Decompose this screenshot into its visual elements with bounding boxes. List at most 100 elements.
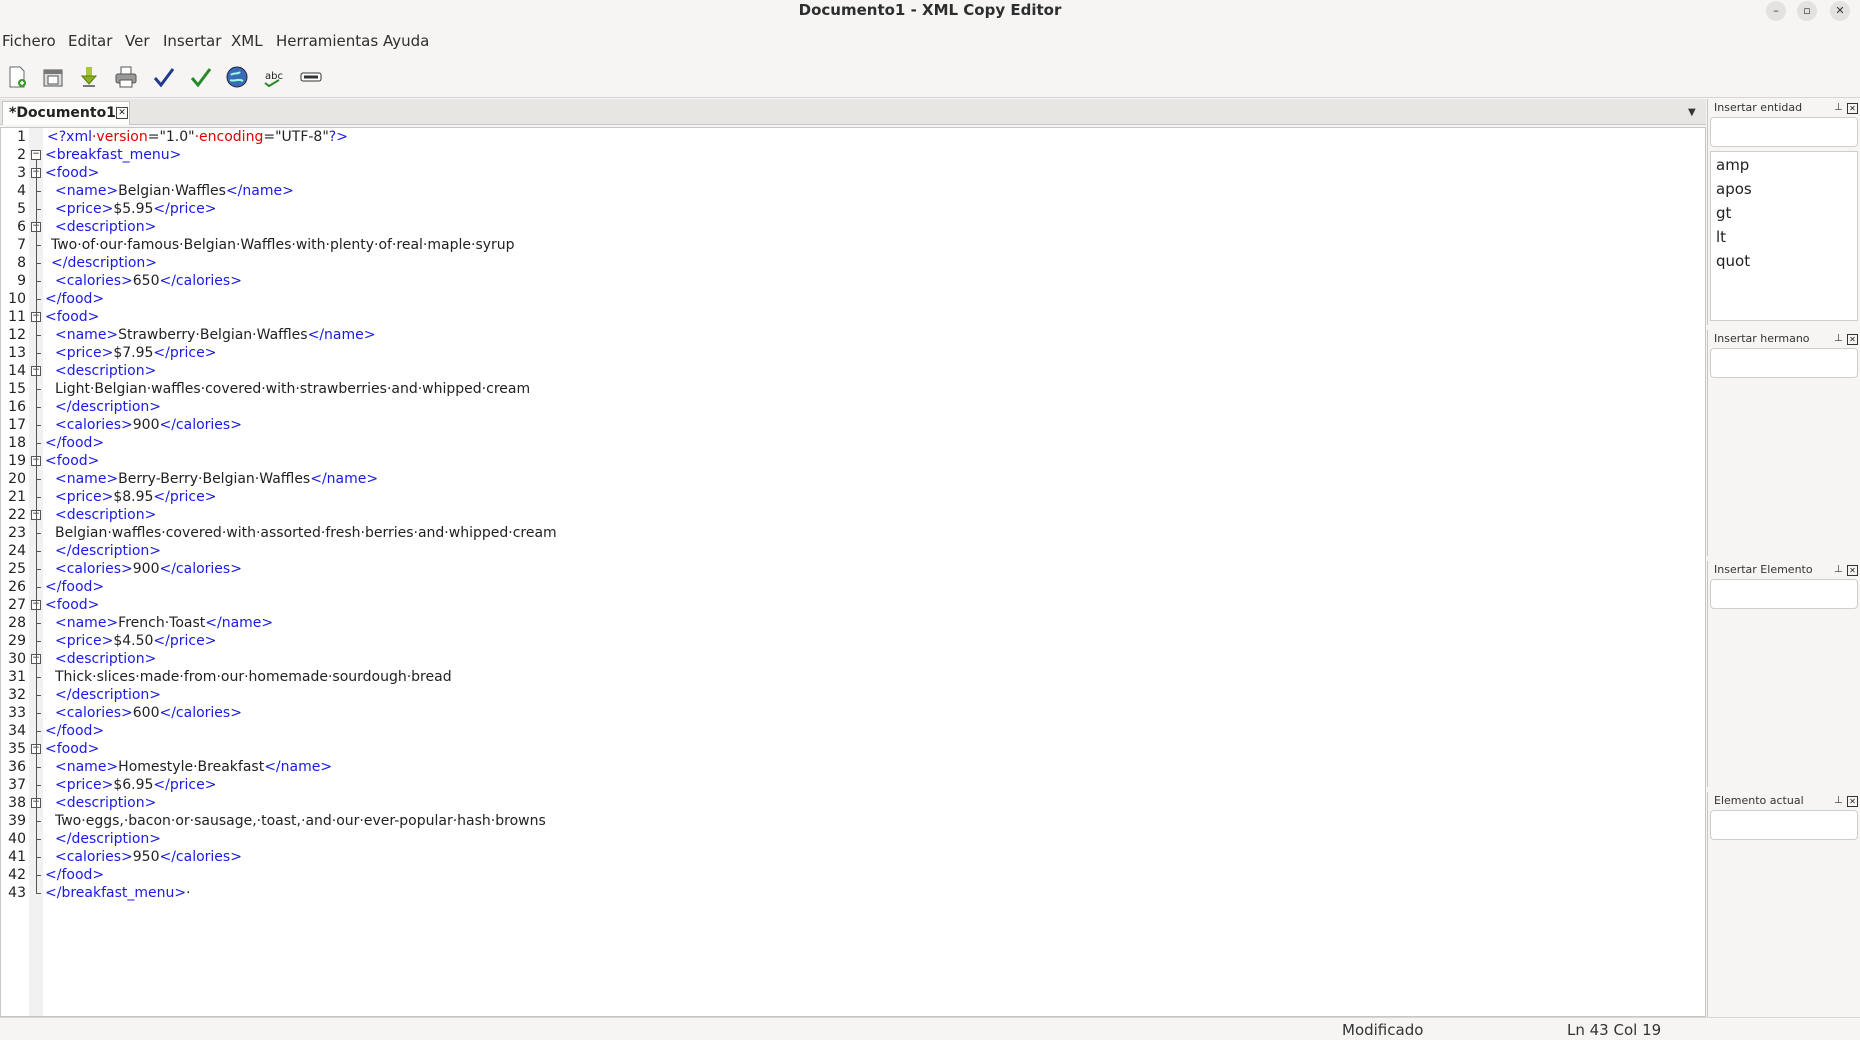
menu-fichero[interactable]: Fichero [2,32,56,50]
code-line[interactable]: </food> [45,722,104,740]
code-line[interactable]: </food> [45,578,104,596]
current-element-field[interactable] [1710,810,1858,840]
pin-icon[interactable]: ⊥ [1834,795,1843,806]
code-line[interactable]: </breakfast_menu>· [45,884,191,902]
code-line[interactable]: <description> [55,794,156,812]
code-line[interactable]: <name>Belgian·Waffles</name> [55,182,294,200]
code-line[interactable]: <name>Berry-Berry·Belgian·Waffles</name> [55,470,378,488]
pane-close-icon[interactable]: ✕ [1847,103,1858,114]
code-line[interactable]: <price>$7.95</price> [55,344,216,362]
list-item[interactable]: apos [1716,180,1752,198]
code-line[interactable]: Thick·slices·made·from·our·homemade·sour… [55,668,452,686]
code-line[interactable]: <food> [45,452,99,470]
code-line[interactable]: <food> [45,740,99,758]
pin-icon[interactable]: ⊥ [1834,564,1843,575]
code-line[interactable]: <description> [55,362,156,380]
minimize-button[interactable]: – [1766,1,1786,21]
code-line[interactable]: <name>Homestyle·Breakfast</name> [55,758,332,776]
line-number: 31 [8,669,26,685]
sibling-filter-input[interactable] [1710,348,1858,378]
code-line[interactable]: </description> [55,398,161,416]
fold-toggle-icon[interactable]: − [31,150,41,160]
tab-documento1[interactable]: *Documento1 ✕ [2,101,130,125]
code-line[interactable]: Light·Belgian·waffles·covered·with·straw… [55,380,530,398]
code-line[interactable]: <description> [55,218,156,236]
menu-editar[interactable]: Editar [68,32,112,50]
code-line[interactable]: <calories>900</calories> [55,416,242,434]
hide-tags-icon[interactable] [296,62,326,92]
code-line[interactable]: <price>$5.95</price> [55,200,216,218]
menu-xml[interactable]: XML [231,32,263,50]
code-line[interactable]: <?xml·version="1.0"·encoding="UTF-8"?> [47,128,348,146]
code-line[interactable]: <description> [55,506,156,524]
list-item[interactable]: lt [1716,228,1726,246]
maximize-button[interactable]: ▫ [1797,1,1817,21]
code-line[interactable]: </food> [45,434,104,452]
line-number: 33 [8,705,26,721]
code-line[interactable]: </food> [45,866,104,884]
element-filter-input[interactable] [1710,579,1858,609]
fold-guide-line [36,160,37,893]
code-line[interactable]: <calories>950</calories> [55,848,242,866]
new-document-icon[interactable] [2,62,32,92]
code-line[interactable]: <name>French·Toast</name> [55,614,273,632]
pane-close-icon[interactable]: ✕ [1847,334,1858,345]
tab-list-dropdown-icon[interactable]: ▼ [1688,107,1696,118]
code-line[interactable]: <food> [45,596,99,614]
menu-ver[interactable]: Ver [125,32,150,50]
line-number: 23 [8,525,26,541]
line-number: 5 [17,201,26,217]
status-modified: Modificado [1342,1021,1424,1039]
code-line[interactable]: <name>Strawberry·Belgian·Waffles</name> [55,326,375,344]
code-line[interactable]: </description> [55,830,161,848]
menu-ayuda[interactable]: Ayuda [383,32,429,50]
pane-close-icon[interactable]: ✕ [1847,565,1858,576]
code-line[interactable]: Two·of·our·famous·Belgian·Waffles·with·p… [51,236,515,254]
code-line[interactable]: <calories>650</calories> [55,272,242,290]
code-editor[interactable]: 12−3−456−7891011−121314−1516171819−20212… [0,127,1706,1017]
code-line[interactable]: <calories>600</calories> [55,704,242,722]
code-line[interactable]: </description> [55,542,161,560]
validate-icon[interactable] [186,62,216,92]
code-line[interactable]: </description> [51,254,157,272]
code-line[interactable]: <price>$8.95</price> [55,488,216,506]
pane-close-icon[interactable]: ✕ [1847,796,1858,807]
pin-icon[interactable]: ⊥ [1834,102,1843,113]
code-line[interactable]: <price>$6.95</price> [55,776,216,794]
code-line[interactable]: Two·eggs,·bacon·or·sausage,·toast,·and·o… [55,812,546,830]
list-item[interactable]: amp [1716,156,1749,174]
code-line[interactable]: <price>$4.50</price> [55,632,216,650]
code-line[interactable]: Belgian·waffles·covered·with·assorted·fr… [55,524,557,542]
line-number: 18 [8,435,26,451]
code-line[interactable]: </description> [55,686,161,704]
code-line[interactable]: </food> [45,290,104,308]
entity-filter-input[interactable] [1710,117,1858,147]
code-area[interactable]: <?xml·version="1.0"·encoding="UTF-8"?> <b… [43,128,1705,1016]
line-number: 7 [17,237,26,253]
browser-preview-icon[interactable] [222,62,252,92]
line-number: 3 [17,165,26,181]
spelling-icon[interactable]: abc [259,62,289,92]
line-number: 29 [8,633,26,649]
code-line[interactable]: <breakfast_menu> [45,146,181,164]
check-wellformed-icon[interactable] [149,62,179,92]
open-icon[interactable] [38,62,68,92]
menu-insertar[interactable]: Insertar [163,32,221,50]
code-line[interactable]: <calories>900</calories> [55,560,242,578]
line-number: 32 [8,687,26,703]
close-window-button[interactable]: ✕ [1830,1,1850,21]
line-number: 41 [8,849,26,865]
code-line[interactable]: <description> [55,650,156,668]
code-line[interactable]: <food> [45,164,99,182]
line-number: 22 [8,507,26,523]
print-icon[interactable] [111,62,141,92]
list-item[interactable]: gt [1716,204,1731,222]
line-number: 16 [8,399,26,415]
save-icon[interactable] [74,62,104,92]
line-number: 10 [8,291,26,307]
pin-icon[interactable]: ⊥ [1834,333,1843,344]
menu-herramientas[interactable]: Herramientas [276,32,378,50]
code-line[interactable]: <food> [45,308,99,326]
list-item[interactable]: quot [1716,252,1750,270]
tab-close-icon[interactable]: ✕ [116,107,128,119]
